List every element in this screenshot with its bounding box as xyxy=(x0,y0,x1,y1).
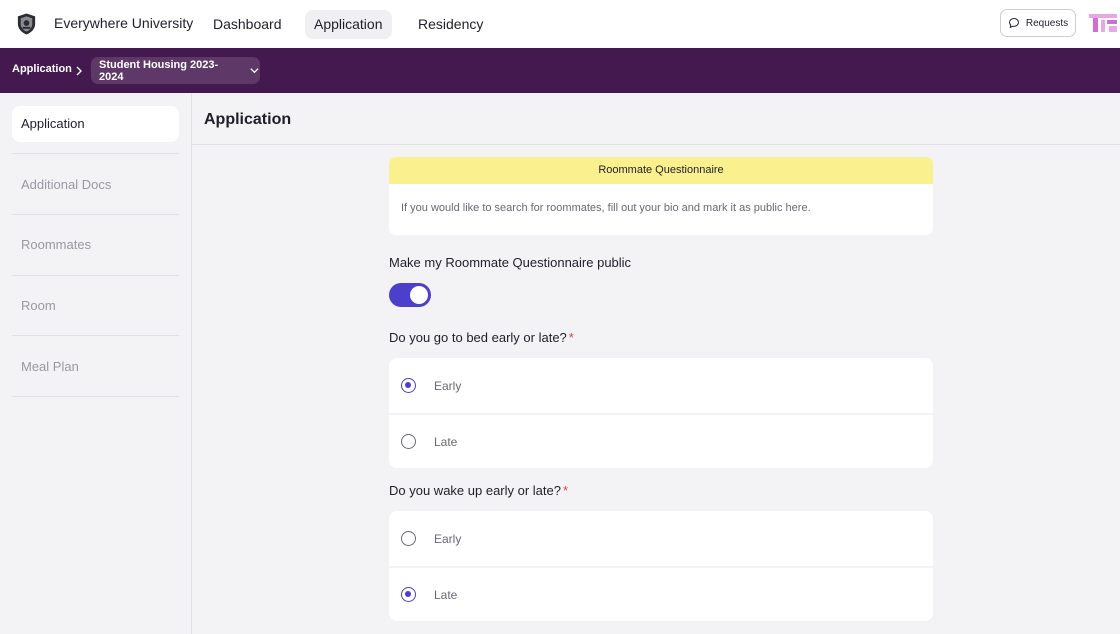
sidebar-divider xyxy=(12,153,179,154)
toggle-knob xyxy=(410,286,428,304)
option-wakeup-late[interactable]: Late xyxy=(389,566,933,621)
notice-body: If you would like to search for roommate… xyxy=(401,202,811,214)
sidebar-divider xyxy=(12,396,179,397)
question-text: Do you go to bed early or late? xyxy=(389,330,567,345)
public-toggle[interactable] xyxy=(389,283,431,307)
sidebar-item-application[interactable]: Application xyxy=(12,106,179,142)
option-label: Late xyxy=(434,434,458,449)
option-bedtime-late[interactable]: Late xyxy=(389,413,933,468)
option-label: Early xyxy=(434,378,462,393)
application-period-select[interactable]: Student Housing 2023-2024 xyxy=(91,57,260,84)
wakeup-options: Early Late xyxy=(389,511,933,621)
main-header: Application xyxy=(192,93,1120,145)
bedtime-options: Early Late xyxy=(389,358,933,468)
chevron-down-icon xyxy=(250,68,259,74)
requests-button[interactable]: Requests xyxy=(1000,9,1076,37)
university-logo-icon[interactable] xyxy=(15,12,38,36)
breadcrumb-root[interactable]: Application xyxy=(12,63,72,75)
question-text: Do you wake up early or late? xyxy=(389,483,561,498)
sidebar-divider xyxy=(12,335,179,336)
requests-label: Requests xyxy=(1025,17,1069,29)
avatar[interactable] xyxy=(1089,12,1117,36)
public-toggle-label: Make my Roommate Questionnaire public xyxy=(389,255,632,270)
option-label: Early xyxy=(434,531,462,546)
top-nav: Everywhere University Dashboard Applicat… xyxy=(0,0,1120,48)
option-label: Late xyxy=(434,587,458,602)
radio-wakeup-early[interactable] xyxy=(401,531,416,546)
university-name[interactable]: Everywhere University xyxy=(54,15,193,31)
chevron-right-icon xyxy=(74,64,84,76)
sidebar-item-additional-docs[interactable]: Additional Docs xyxy=(12,167,179,203)
breadcrumb: Application Student Housing 2023-2024 xyxy=(0,48,1120,93)
required-marker: * xyxy=(568,330,574,345)
radio-wakeup-late[interactable] xyxy=(401,587,416,602)
sidebar-item-room[interactable]: Room xyxy=(12,288,179,324)
sidebar-divider xyxy=(12,214,179,215)
sidebar-divider xyxy=(12,275,179,276)
radio-bedtime-late[interactable] xyxy=(401,434,416,449)
application-period-value: Student Housing 2023-2024 xyxy=(99,58,219,83)
question-bedtime: Do you go to bed early or late? * xyxy=(389,330,574,345)
nav-application[interactable]: Application xyxy=(305,10,392,39)
notice-heading: Roommate Questionnaire xyxy=(389,157,933,184)
nav-dashboard[interactable]: Dashboard xyxy=(204,10,291,39)
sidebar: Application Additional Docs Roommates Ro… xyxy=(0,93,192,634)
radio-bedtime-early[interactable] xyxy=(401,378,416,393)
roommate-questionnaire-notice: Roommate Questionnaire If you would like… xyxy=(389,157,933,235)
nav-residency[interactable]: Residency xyxy=(409,10,492,39)
sidebar-item-meal-plan[interactable]: Meal Plan xyxy=(12,349,179,385)
option-bedtime-early[interactable]: Early xyxy=(389,358,933,413)
sidebar-item-roommates[interactable]: Roommates xyxy=(12,227,179,263)
option-wakeup-early[interactable]: Early xyxy=(389,511,933,566)
question-wakeup: Do you wake up early or late? * xyxy=(389,483,568,498)
page-title: Application xyxy=(204,111,292,128)
required-marker: * xyxy=(562,483,569,498)
chat-bubble-icon xyxy=(1008,18,1019,29)
